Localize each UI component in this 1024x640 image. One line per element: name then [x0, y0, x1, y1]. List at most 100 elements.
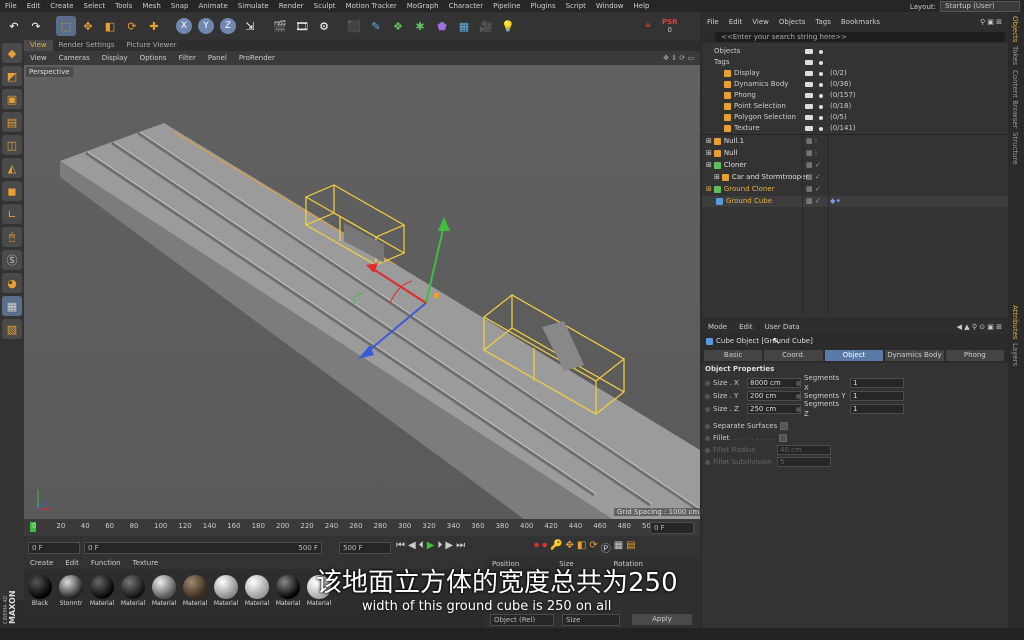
attr-tab-phong[interactable]: Phong — [945, 350, 1005, 361]
object-tags-icon[interactable]: ◆✦ — [830, 196, 841, 207]
scale-icon[interactable]: ◧ — [100, 16, 120, 36]
snap-enable-icon[interactable]: Ⓢ — [2, 250, 22, 270]
points-mode-icon[interactable]: ◫ — [2, 135, 22, 155]
viewport-menu-display[interactable]: Display — [96, 54, 134, 62]
prev-key-icon[interactable]: ◀ — [408, 540, 416, 551]
size-y-anim-dot[interactable] — [705, 393, 710, 399]
obj-menu-bookmarks[interactable]: Bookmarks — [836, 18, 885, 26]
timeline-ruler[interactable]: 0 20 40 60 80 100 120 140 160 180 200 220 240 260 280 3… — [24, 519, 700, 536]
move-icon[interactable]: ✥ — [78, 16, 98, 36]
y-axis-icon[interactable]: Y — [196, 16, 216, 36]
fillet-radius-field[interactable]: 40 cm — [777, 445, 831, 455]
viewport-menu-cameras[interactable]: Cameras — [53, 54, 96, 62]
size-z-anim-dot[interactable] — [705, 406, 710, 412]
expand-icon[interactable]: ⊞ — [706, 185, 712, 193]
object-tree-row[interactable]: ⊞ Ground Cloner ▦ ✓ — [702, 184, 1008, 195]
planar-workplane-icon[interactable]: ▧ — [2, 319, 22, 339]
enable-axis-icon[interactable]: ◕ — [2, 273, 22, 293]
seg-x-anim-dot[interactable] — [796, 380, 801, 386]
start-frame-field[interactable]: 0 F — [28, 542, 80, 554]
goto-start-icon[interactable]: ⏮ — [396, 540, 405, 551]
segments-z-field[interactable]: 1 — [850, 404, 904, 414]
size-z-field[interactable]: 250 cm — [747, 404, 801, 414]
object-tree-row[interactable]: ⊞ Car and Stormtrooper ▦ ✓ — [702, 172, 1008, 183]
visibility-icon[interactable] — [805, 82, 813, 87]
material-swatch[interactable]: Material — [119, 569, 147, 614]
segments-x-field[interactable]: 1 — [850, 378, 904, 388]
filter-dot-icon[interactable] — [819, 61, 823, 65]
obj-menu-objects[interactable]: Objects — [774, 18, 810, 26]
axis-mode-icon[interactable]: ∟ — [2, 204, 22, 224]
workplane-icon[interactable]: ▤ — [2, 112, 22, 132]
material-menu-create[interactable]: Create — [24, 558, 59, 569]
side-tab-structure[interactable]: Structure — [1011, 132, 1019, 165]
fillet-anim-dot[interactable] — [705, 435, 710, 441]
material-swatch[interactable]: Material — [274, 569, 302, 614]
edges-mode-icon[interactable]: ◭ — [2, 158, 22, 178]
visibility-icon[interactable] — [805, 93, 813, 98]
menu-sculpt[interactable]: Sculpt — [309, 2, 341, 10]
live-select-icon[interactable]: ⬚ — [56, 16, 76, 36]
side-tab-attributes[interactable]: Attributes — [1011, 305, 1019, 340]
attr-menu-userdata[interactable]: User Data — [759, 323, 806, 331]
next-frame-icon[interactable]: ⏵ — [437, 540, 442, 551]
camera-icon[interactable]: 🎥 — [476, 16, 496, 36]
menu-character[interactable]: Character — [444, 2, 489, 10]
menu-edit[interactable]: Edit — [22, 2, 46, 10]
preview-range-slider[interactable]: 0 F 500 F — [84, 542, 322, 554]
viewport-menu-prorender[interactable]: ProRender — [233, 54, 281, 62]
param-key-icon[interactable]: Ⓟ — [601, 540, 611, 555]
viewport-menu-panel[interactable]: Panel — [202, 54, 233, 62]
material-swatch[interactable]: Stormtr — [57, 569, 85, 614]
attr-tab-object[interactable]: Object — [824, 350, 884, 361]
fillet-subdivision-field[interactable]: 5 — [777, 457, 831, 467]
tweak-mode-icon[interactable]: 🖱 — [2, 227, 22, 247]
menu-mograph[interactable]: MoGraph — [402, 2, 444, 10]
obj-menu-file[interactable]: File — [702, 18, 724, 26]
menu-tools[interactable]: Tools — [110, 2, 137, 10]
filter-dot-icon[interactable] — [819, 83, 823, 87]
viewport-menu-view[interactable]: View — [24, 54, 53, 62]
menu-file[interactable]: File — [0, 2, 22, 10]
subdivision-icon[interactable]: ❖ — [388, 16, 408, 36]
menu-select[interactable]: Select — [79, 2, 111, 10]
size-y-field[interactable]: 200 cm — [747, 391, 801, 401]
material-swatch[interactable]: Black — [26, 569, 54, 614]
object-visibility-toggles[interactable]: ▦ ⁝ — [806, 148, 817, 159]
size-x-field[interactable]: 8000 cm — [747, 378, 801, 388]
viewport-camera-label[interactable]: Perspective — [26, 67, 73, 77]
visibility-icon[interactable] — [805, 126, 813, 131]
cloner-icon[interactable]: ✱ — [410, 16, 430, 36]
menu-window[interactable]: Window — [591, 2, 629, 10]
object-filter-row[interactable]: Display (0/2) — [702, 68, 1008, 79]
object-filter-row[interactable]: Point Selection (0/18) — [702, 101, 1008, 112]
object-tree-row[interactable]: ⊞ Null ▦ ⁝ — [702, 148, 1008, 159]
material-swatch[interactable]: Material — [150, 569, 178, 614]
object-tree-row[interactable]: ⊞ Null.1 ▦ ⁝ — [702, 136, 1008, 147]
autokey-icon[interactable]: ⏺ — [542, 540, 547, 555]
play-icon[interactable]: ▶ — [427, 540, 435, 551]
expand-icon[interactable]: ⊞ — [706, 137, 712, 145]
menu-motion-tracker[interactable]: Motion Tracker — [341, 2, 402, 10]
fillet-radius-anim-dot[interactable] — [705, 447, 710, 453]
separate-anim-dot[interactable] — [705, 423, 710, 429]
object-filter-row[interactable]: Tags — [702, 57, 1008, 68]
viewport-menu-filter[interactable]: Filter — [173, 54, 202, 62]
menu-create[interactable]: Create — [45, 2, 78, 10]
object-visibility-toggles[interactable]: ▦ ⁝ — [806, 136, 817, 147]
viewport-menu-options[interactable]: Options — [134, 54, 173, 62]
menu-mesh[interactable]: Mesh — [137, 2, 165, 10]
render-picture-viewer-icon[interactable]: 🎞 — [292, 16, 312, 36]
coord-size-mode-select[interactable]: Size — [562, 614, 620, 626]
seg-z-anim-dot[interactable] — [796, 406, 801, 412]
pen-icon[interactable]: ✎ — [366, 16, 386, 36]
menu-render[interactable]: Render — [274, 2, 309, 10]
add-icon[interactable]: ✚ — [144, 16, 164, 36]
material-swatch[interactable]: Material — [181, 569, 209, 614]
render-settings-icon[interactable]: ⚙ — [314, 16, 334, 36]
viewport-nav-icons[interactable]: ✥ ⇕ ⟳ ▭ — [663, 54, 694, 62]
material-menu-edit[interactable]: Edit — [59, 558, 85, 569]
menu-script[interactable]: Script — [561, 2, 591, 10]
filter-dot-icon[interactable] — [819, 127, 823, 131]
pla-key-icon[interactable]: ▦ — [614, 540, 623, 555]
